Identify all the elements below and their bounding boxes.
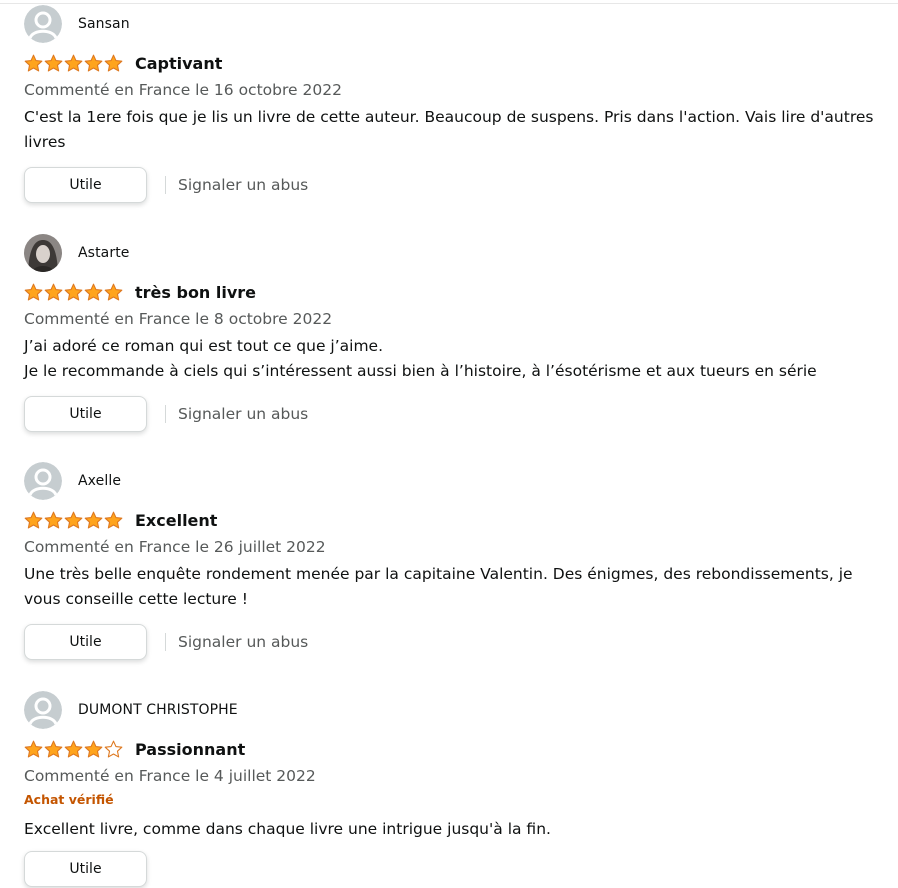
review-date: Commenté en France le 16 octobre 2022 [24,81,342,99]
star-rating[interactable] [24,740,123,759]
star-rating[interactable] [24,54,123,73]
review-text: C'est la 1ere fois que je lis un livre d… [24,108,874,151]
star-filled-icon [84,54,103,71]
review-body: Une très belle enquête rondement menée p… [24,562,880,612]
verified-purchase-badge: Achat vérifié [24,792,114,807]
star-rating[interactable] [24,511,123,530]
review-text: J’ai adoré ce roman qui est tout ce que … [24,337,384,355]
reviewer-profile[interactable]: Astarte [24,234,130,272]
reviewer-profile[interactable]: DUMONT CHRISTOPHE [24,691,238,729]
review-date: Commenté en France le 26 juillet 2022 [24,538,326,556]
star-filled-icon [64,283,83,300]
helpful-button[interactable]: Utile [24,851,147,887]
helpful-button[interactable]: Utile [24,167,147,203]
star-filled-icon [64,740,83,757]
star-filled-icon [104,511,123,528]
review-card: Axelle Excellent Commenté en France le 2… [24,462,884,672]
review-title[interactable]: Passionnant [135,740,245,759]
helpful-button[interactable]: Utile [24,396,147,432]
star-filled-icon [84,283,103,300]
star-empty-icon [104,740,123,757]
star-filled-icon [24,740,43,757]
review-body: C'est la 1ere fois que je lis un livre d… [24,105,880,155]
review-date: Commenté en France le 8 octobre 2022 [24,310,333,328]
review-body: Excellent livre, comme dans chaque livre… [24,817,880,842]
reviewer-profile[interactable]: Axelle [24,462,121,500]
reviewer-name: Astarte [78,245,130,261]
divider [165,176,166,194]
top-divider [0,3,898,4]
star-filled-icon [44,283,63,300]
helpful-button[interactable]: Utile [24,624,147,660]
review-text: Je le recommande à ciels qui s’intéresse… [24,362,817,380]
star-filled-icon [24,54,43,71]
default-avatar-icon [24,5,62,43]
star-filled-icon [44,511,63,528]
reviewer-name: Sansan [78,16,130,32]
divider [165,633,166,651]
reviewer-profile[interactable]: Sansan [24,5,130,43]
divider [165,405,166,423]
review-title[interactable]: très bon livre [135,283,256,302]
review-title[interactable]: Captivant [135,54,222,73]
review-card: Astarte très bon livre Commenté en Franc… [24,234,884,444]
star-filled-icon [64,54,83,71]
default-avatar-icon [24,462,62,500]
star-filled-icon [84,740,103,757]
star-filled-icon [104,54,123,71]
star-filled-icon [104,283,123,300]
review-date: Commenté en France le 4 juillet 2022 [24,767,316,785]
reviewer-name: DUMONT CHRISTOPHE [78,702,238,718]
star-filled-icon [44,54,63,71]
default-avatar-icon [24,691,62,729]
star-filled-icon [64,511,83,528]
review-text: Une très belle enquête rondement menée p… [24,565,853,608]
star-filled-icon [24,283,43,300]
photo-avatar [24,234,62,272]
report-abuse-link[interactable]: Signaler un abus [178,633,308,651]
star-filled-icon [44,740,63,757]
review-text: Excellent livre, comme dans chaque livre… [24,820,551,838]
review-card: DUMONT CHRISTOPHE Passionnant Commenté e… [24,691,884,887]
review-card: Sansan Captivant Commenté en France le 1… [24,5,884,215]
star-filled-icon [84,511,103,528]
star-rating[interactable] [24,283,123,302]
reviewer-name: Axelle [78,473,122,489]
star-filled-icon [24,511,43,528]
review-title[interactable]: Excellent [135,511,217,530]
report-abuse-link[interactable]: Signaler un abus [178,176,308,194]
report-abuse-link[interactable]: Signaler un abus [178,405,308,423]
review-body: J’ai adoré ce roman qui est tout ce que … [24,334,880,384]
